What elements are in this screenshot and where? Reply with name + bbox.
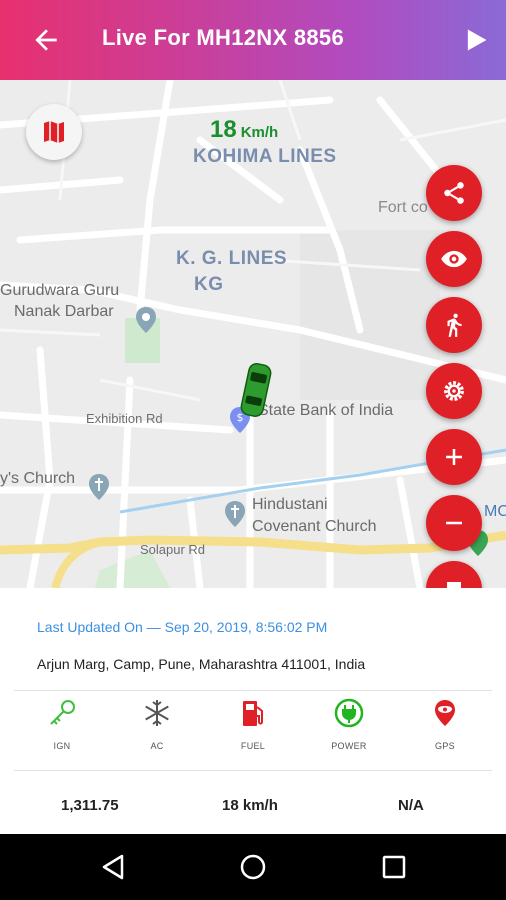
page-title: Live For MH12NX 8856 (102, 25, 344, 50)
status-gps-label: GPS (435, 741, 455, 751)
status-power: POWER (309, 696, 389, 751)
divider (14, 690, 492, 691)
status-fuel: FUEL (213, 696, 293, 751)
speed-unit: Km/h (240, 124, 279, 141)
key-icon (50, 700, 75, 725)
last-updated-text: Last Updated On — Sep 20, 2019, 8:56:02 … (37, 619, 328, 635)
current-speed-value: 18 km/h (222, 797, 278, 814)
map-label-fort: Fort co (378, 199, 428, 216)
map-icon (44, 121, 64, 143)
gps-pin-icon (435, 700, 455, 726)
view-button[interactable] (426, 231, 482, 287)
street-view-button[interactable] (426, 297, 482, 353)
status-gps: GPS (405, 696, 485, 751)
map-view[interactable]: 18 Km/h KOHIMA LINES Fort co K. G. LINES … (0, 80, 506, 588)
church-pin-icon[interactable] (89, 474, 109, 500)
map-label-kohima: KOHIMA LINES (193, 146, 337, 167)
walk-icon (447, 313, 462, 337)
speed-value: 18 (210, 116, 237, 143)
fuel-pump-icon (243, 701, 263, 726)
vehicle-details-panel: Last Updated On — Sep 20, 2019, 8:56:02 … (0, 588, 506, 834)
share-icon (444, 182, 464, 204)
map-label-solapur-rd: Solapur Rd (140, 542, 206, 557)
other-stat-value: N/A (398, 797, 424, 814)
zoom-out-button[interactable] (426, 495, 482, 551)
status-ign: IGN (22, 696, 102, 751)
status-ac-label: AC (150, 741, 164, 751)
map-label-hindustani-1: Hindustani (252, 496, 328, 513)
map-label-church: y's Church (0, 470, 76, 487)
map-label-gurudwara-1: Gurudwara Guru (0, 282, 120, 299)
odometer-value: 1,311.75 (61, 797, 119, 814)
power-plug-icon (334, 698, 364, 728)
system-nav-bar (0, 834, 506, 900)
status-fuel-label: FUEL (240, 741, 266, 751)
vehicle-car-icon[interactable] (240, 361, 272, 419)
vehicle-address: Arjun Marg, Camp, Pune, Maharashtra 4110… (37, 656, 366, 672)
gurudwara-pin-icon[interactable] (136, 307, 156, 333)
church-pin-icon-2[interactable] (225, 501, 245, 527)
speed-indicator: 18 Km/h (210, 116, 278, 144)
map-label-gurudwara-2: Nanak Darbar (14, 303, 114, 320)
plus-icon (446, 449, 462, 465)
settings-icon (444, 381, 464, 401)
nav-recents-icon[interactable] (378, 851, 410, 883)
map-label-sbi: State Bank of India (258, 402, 394, 419)
share-button[interactable] (426, 165, 482, 221)
map-label-kg-lines: K. G. LINES (176, 248, 288, 269)
zoom-in-button[interactable] (426, 429, 482, 485)
map-label-kg: KG (194, 274, 224, 295)
divider (14, 770, 492, 771)
map-type-button[interactable] (26, 104, 82, 160)
status-ign-label: IGN (53, 741, 71, 751)
status-power-label: POWER (331, 741, 367, 751)
nav-back-icon[interactable] (98, 851, 130, 883)
app-bar: Live For MH12NX 8856 (0, 0, 506, 80)
map-label-mc: MC (484, 503, 506, 520)
status-ac: AC (117, 696, 197, 751)
nav-home-icon[interactable] (237, 851, 269, 883)
map-label-exhibition-rd: Exhibition Rd (86, 411, 163, 426)
minus-icon (446, 521, 462, 525)
stop-icon (447, 582, 461, 588)
arrow-left-icon[interactable] (30, 24, 62, 56)
map-label-hindustani-2: Covenant Church (252, 518, 377, 535)
play-icon[interactable] (462, 26, 490, 54)
settings-button[interactable] (426, 363, 482, 419)
eye-icon (441, 250, 467, 268)
snowflake-icon (145, 700, 169, 726)
